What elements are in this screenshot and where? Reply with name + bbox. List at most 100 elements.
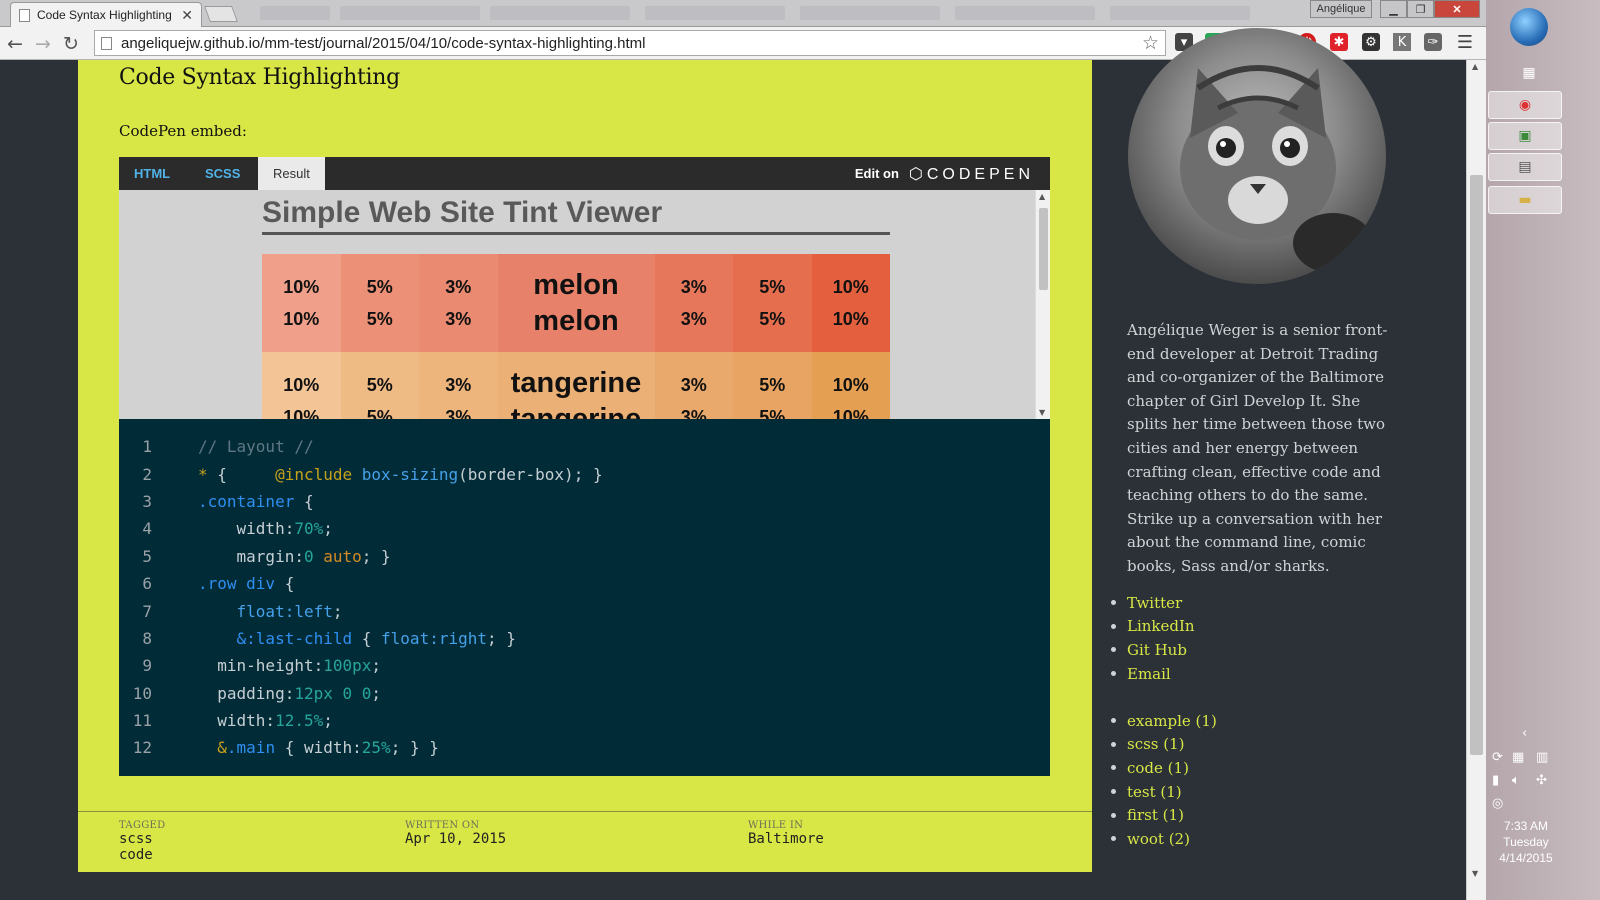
background-tab[interactable] bbox=[260, 6, 330, 20]
apps-grid-icon[interactable]: ▦ bbox=[1518, 63, 1540, 83]
minimize-button[interactable]: ▁ bbox=[1380, 0, 1407, 18]
edit-on-codepen-link[interactable]: Edit on ⬡CODEPEN bbox=[855, 157, 1034, 190]
tray-icon[interactable]: ✣ bbox=[1536, 773, 1547, 788]
close-window-button[interactable]: ✕ bbox=[1434, 0, 1480, 18]
menu-icon[interactable]: ☰ bbox=[1456, 32, 1474, 53]
scroll-down-icon[interactable]: ▼ bbox=[1039, 408, 1045, 417]
code-token: ; } bbox=[361, 546, 391, 566]
social-link[interactable]: Twitter bbox=[1111, 591, 1195, 615]
code-block: 1 // Layout // 2 * { @include box-sizing(bo… bbox=[119, 419, 1050, 776]
profile-button[interactable]: Angélique bbox=[1310, 0, 1372, 18]
network-icon[interactable]: ▮ bbox=[1492, 773, 1499, 788]
code-token: width: bbox=[198, 711, 276, 731]
close-tab-icon[interactable]: ✕ bbox=[181, 7, 193, 24]
code-text: &:last-child { float:right; } bbox=[198, 629, 516, 648]
taskbar-explorer[interactable]: ▬ bbox=[1488, 186, 1562, 214]
meta-written-value: Apr 10, 2015 bbox=[405, 831, 507, 847]
code-text: width:12.5%; bbox=[198, 711, 333, 730]
windows-taskbar: ▦ ◉ ▣ ▤ ▬ ‹ ⟳ ▦ ▥ ▮ 🔈︎ ✣ ◎ 7:33 AM Tuesd… bbox=[1486, 0, 1600, 900]
background-tab[interactable] bbox=[800, 6, 940, 20]
new-tab-button[interactable] bbox=[204, 6, 238, 22]
clock-date: 4/14/2015 bbox=[1499, 851, 1553, 865]
meta-tagged-label: TAGGED bbox=[119, 820, 166, 831]
scrollbar-thumb[interactable] bbox=[1039, 208, 1048, 290]
tag-link[interactable]: code (1) bbox=[1111, 756, 1217, 780]
tab-scss[interactable]: SCSS bbox=[205, 157, 240, 190]
code-token: { width: bbox=[275, 738, 362, 758]
result-scrollbar[interactable]: ▲ ▼ bbox=[1035, 190, 1050, 419]
tray-icon[interactable]: ▦ bbox=[1512, 750, 1524, 765]
background-tab[interactable] bbox=[490, 6, 630, 20]
scroll-up-icon[interactable]: ▲ bbox=[1039, 192, 1045, 201]
code-token: { bbox=[217, 464, 276, 484]
scroll-up-icon[interactable]: ▲ bbox=[1472, 62, 1478, 71]
tint-swatch-main: tangerine tangerine bbox=[497, 352, 655, 419]
code-token: 70% bbox=[294, 519, 324, 539]
code-token: min-height: bbox=[198, 656, 324, 676]
back-icon[interactable]: ← bbox=[7, 33, 23, 55]
taskbar-app[interactable]: ▣ bbox=[1488, 122, 1562, 150]
code-line: 5 margin:0 auto; } bbox=[119, 543, 1050, 570]
code-token: &:last-child bbox=[236, 628, 353, 648]
tag-link[interactable]: first (1) bbox=[1111, 803, 1217, 827]
scroll-down-icon[interactable]: ▼ bbox=[1472, 869, 1478, 878]
tray-icon[interactable]: ◎ bbox=[1492, 796, 1503, 811]
code-line: 3 .container { bbox=[119, 488, 1050, 515]
meta-written-label: WRITTEN ON bbox=[405, 820, 480, 831]
page-scrollbar-thumb[interactable] bbox=[1470, 175, 1483, 755]
author-bio: Angélique Weger is a senior front-end de… bbox=[1127, 321, 1388, 575]
address-bar[interactable]: angeliquejw.github.io/mm-test/journal/20… bbox=[94, 30, 1166, 56]
maximize-button[interactable]: ❐ bbox=[1407, 0, 1434, 18]
tint-swatch: 10% 10% bbox=[262, 352, 341, 419]
tag-link[interactable]: test (1) bbox=[1111, 780, 1217, 804]
tag-link[interactable]: example (1) bbox=[1111, 709, 1217, 733]
page-icon bbox=[19, 8, 30, 22]
code-token: @include bbox=[275, 464, 353, 484]
kippt-icon[interactable]: K bbox=[1393, 33, 1411, 51]
tab-result[interactable]: Result bbox=[258, 157, 325, 190]
forward-icon[interactable]: → bbox=[35, 33, 51, 55]
background-tab[interactable] bbox=[340, 6, 480, 20]
line-number: 6 bbox=[142, 574, 152, 594]
background-tab[interactable] bbox=[1110, 6, 1250, 20]
codepen-result-pane[interactable]: Simple Web Site Tint Viewer 10% 10% 5% 5% 3%… bbox=[119, 190, 1050, 419]
bookmark-star-icon[interactable]: ☆ bbox=[1142, 32, 1159, 55]
taskbar-app[interactable]: ▤ bbox=[1488, 153, 1562, 181]
eyedropper-icon[interactable]: ✑ bbox=[1424, 33, 1442, 51]
volume-icon[interactable]: 🔈︎ bbox=[1512, 773, 1520, 788]
code-token: 100px bbox=[323, 656, 372, 676]
swatch-label: 3% bbox=[445, 375, 472, 395]
background-tab[interactable] bbox=[645, 6, 785, 20]
system-clock[interactable]: 7:33 AM Tuesday 4/14/2015 bbox=[1486, 818, 1566, 866]
code-token: * bbox=[198, 464, 218, 484]
code-token: // Layout // bbox=[198, 437, 314, 457]
lastpass-icon[interactable]: ✱ bbox=[1330, 33, 1348, 51]
background-tab[interactable] bbox=[955, 6, 1095, 20]
tray-icon[interactable]: ▥ bbox=[1536, 750, 1548, 765]
swatch-label: 10% bbox=[832, 277, 869, 297]
start-button[interactable] bbox=[1510, 8, 1548, 46]
page-scrollbar[interactable]: ▲ ▼ bbox=[1466, 60, 1486, 900]
code-line: 11 width:12.5%; bbox=[119, 707, 1050, 734]
social-link[interactable]: LinkedIn bbox=[1111, 615, 1195, 639]
tint-swatch: 5% 5% bbox=[340, 254, 419, 352]
browser-tab-active[interactable]: Code Syntax Highlighting ✕ bbox=[10, 2, 202, 27]
gear-icon[interactable]: ⚙ bbox=[1362, 33, 1380, 51]
tab-html[interactable]: HTML bbox=[134, 157, 170, 190]
social-link[interactable]: Git Hub bbox=[1111, 638, 1195, 662]
social-link[interactable]: Email bbox=[1111, 662, 1195, 686]
edit-on-label: Edit on bbox=[854, 166, 899, 181]
meta-tag[interactable]: code bbox=[119, 848, 165, 863]
meta-tag[interactable]: scss bbox=[119, 832, 165, 847]
taskbar-chrome[interactable]: ◉ bbox=[1488, 91, 1562, 119]
tray-expand-icon[interactable]: ‹ bbox=[1522, 726, 1527, 741]
tag-link[interactable]: woot (2) bbox=[1111, 827, 1217, 851]
tag-link[interactable]: scss (1) bbox=[1111, 733, 1217, 757]
swatch-label: 10% bbox=[832, 407, 869, 419]
swatch-label: 5% bbox=[759, 407, 786, 419]
swatch-label: tangerine bbox=[510, 403, 642, 419]
tray-icon[interactable]: ⟳ bbox=[1492, 750, 1503, 765]
code-token: 25% bbox=[361, 738, 391, 758]
tint-swatch: 10% 10% bbox=[811, 254, 890, 352]
reload-icon[interactable]: ↻ bbox=[63, 33, 79, 55]
